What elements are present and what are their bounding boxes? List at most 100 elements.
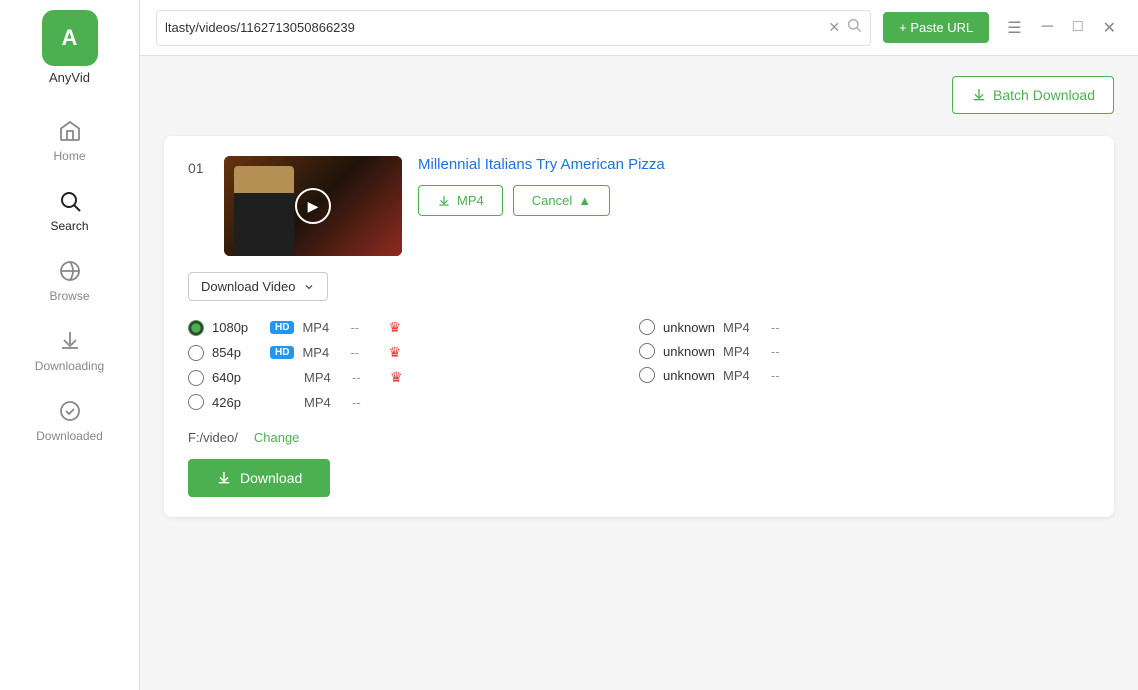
close-button[interactable]: ✕	[1097, 16, 1122, 40]
downloading-icon	[56, 327, 84, 355]
quality-size-unknown-2: --	[771, 344, 801, 359]
url-text: ltasty/videos/1162713050866239	[165, 20, 822, 35]
quality-format-854p: MP4	[302, 345, 342, 360]
quality-format-unknown-1: MP4	[723, 320, 763, 335]
quality-format-640p: MP4	[304, 370, 344, 385]
quality-row-unknown-2: unknown MP4 --	[639, 339, 1090, 363]
play-button-icon[interactable]: ▶	[295, 188, 331, 224]
title-bar: ltasty/videos/1162713050866239 ✕ + Paste…	[140, 0, 1138, 56]
quality-label-854p: 854p	[212, 345, 262, 360]
download-options: Download Video 1080p HD	[188, 272, 1090, 497]
quality-size-unknown-3: --	[771, 368, 801, 383]
quality-radio-unknown-2[interactable]	[639, 343, 655, 359]
quality-format-1080p: MP4	[302, 320, 342, 335]
minimize-button[interactable]: ─	[1036, 16, 1059, 40]
sidebar-item-downloading-label: Downloading	[35, 359, 104, 373]
quality-label-640p: 640p	[212, 370, 262, 385]
quality-row-854p: 854p HD MP4 -- ♛	[188, 340, 639, 365]
quality-row-426p: 426p MP4 --	[188, 390, 639, 414]
search-icon	[56, 187, 84, 215]
quality-radio-640p[interactable]	[188, 370, 204, 386]
premium-crown-640p: ♛	[390, 369, 403, 386]
format-dropdown[interactable]: Download Video	[188, 272, 328, 301]
menu-button[interactable]: ☰	[1001, 16, 1027, 40]
video-number: 01	[188, 160, 208, 176]
quality-size-854p: --	[350, 345, 380, 360]
quality-row-640p: 640p MP4 -- ♛	[188, 365, 639, 390]
quality-label-426p: 426p	[212, 395, 262, 410]
sidebar: A AnyVid Home Search Browse	[0, 0, 140, 690]
download-button[interactable]: Download	[188, 459, 330, 497]
quality-radio-unknown-1[interactable]	[639, 319, 655, 335]
action-buttons: MP4 Cancel ▲	[418, 185, 1090, 216]
sidebar-item-browse-label: Browse	[49, 289, 89, 303]
paste-url-button[interactable]: + Paste URL	[883, 12, 989, 43]
sidebar-item-downloaded[interactable]: Downloaded	[0, 385, 139, 455]
cancel-chevron-icon: ▲	[578, 193, 591, 208]
quality-size-1080p: --	[350, 320, 380, 335]
url-bar[interactable]: ltasty/videos/1162713050866239 ✕	[156, 10, 871, 46]
quality-radio-854p[interactable]	[188, 345, 204, 361]
video-thumbnail[interactable]: ▶	[224, 156, 402, 256]
app-logo-letter: A	[62, 25, 78, 51]
url-search-icon	[846, 17, 862, 38]
content-area: Batch Download 01 ▶ Millennial Italians …	[140, 56, 1138, 690]
download-button-label: Download	[240, 470, 302, 486]
quality-label-unknown-2: unknown	[663, 344, 715, 359]
quality-row-1080p: 1080p HD MP4 -- ♛	[188, 315, 639, 340]
quality-label-1080p: 1080p	[212, 320, 262, 335]
sidebar-item-browse[interactable]: Browse	[0, 245, 139, 315]
quality-format-426p: MP4	[304, 395, 344, 410]
app-name: AnyVid	[49, 70, 90, 85]
sidebar-item-downloading[interactable]: Downloading	[0, 315, 139, 385]
sidebar-item-home-label: Home	[53, 149, 85, 163]
sidebar-item-downloaded-label: Downloaded	[36, 429, 103, 443]
premium-crown-854p: ♛	[388, 344, 401, 361]
mp4-label: MP4	[457, 193, 484, 208]
sidebar-item-search-label: Search	[50, 219, 88, 233]
cancel-label: Cancel	[532, 193, 572, 208]
quality-size-426p: --	[352, 395, 382, 410]
app-logo: A	[42, 10, 98, 66]
premium-crown-1080p: ♛	[388, 319, 401, 336]
quality-radio-unknown-3[interactable]	[639, 367, 655, 383]
path-row: F:/video/ Change	[188, 430, 1090, 445]
cancel-button[interactable]: Cancel ▲	[513, 185, 610, 216]
video-title: Millennial Italians Try American Pizza	[418, 156, 1090, 173]
video-header: 01 ▶ Millennial Italians Try American Pi…	[188, 156, 1090, 256]
quality-radio-1080p[interactable]	[188, 320, 204, 336]
maximize-button[interactable]: □	[1067, 16, 1089, 40]
quality-radio-426p[interactable]	[188, 394, 204, 410]
quality-right-column: unknown MP4 -- unknown MP4 --	[639, 315, 1090, 414]
sidebar-item-home[interactable]: Home	[0, 105, 139, 175]
main-area: ltasty/videos/1162713050866239 ✕ + Paste…	[140, 0, 1138, 690]
batch-download-label: Batch Download	[993, 87, 1095, 103]
hd-badge-854p: HD	[270, 346, 294, 359]
quality-size-640p: --	[352, 370, 382, 385]
video-card: 01 ▶ Millennial Italians Try American Pi…	[164, 136, 1114, 517]
batch-download-button[interactable]: Batch Download	[952, 76, 1114, 114]
home-icon	[56, 117, 84, 145]
format-dropdown-label: Download Video	[201, 279, 295, 294]
change-path-link[interactable]: Change	[254, 430, 300, 445]
quality-label-unknown-1: unknown	[663, 320, 715, 335]
quality-row-unknown-1: unknown MP4 --	[639, 315, 1090, 339]
save-path-text: F:/video/	[188, 430, 238, 445]
quality-format-unknown-3: MP4	[723, 368, 763, 383]
browse-icon	[56, 257, 84, 285]
format-select-row: Download Video	[188, 272, 1090, 301]
url-clear-button[interactable]: ✕	[828, 19, 840, 36]
quality-row-unknown-3: unknown MP4 --	[639, 363, 1090, 387]
sidebar-item-search[interactable]: Search	[0, 175, 139, 245]
quality-label-unknown-3: unknown	[663, 368, 715, 383]
thumbnail-overlay: ▶	[224, 156, 402, 256]
mp4-button[interactable]: MP4	[418, 185, 503, 216]
quality-size-unknown-1: --	[771, 320, 801, 335]
quality-left-column: 1080p HD MP4 -- ♛ 854p HD MP4 --	[188, 315, 639, 414]
hd-badge-1080p: HD	[270, 321, 294, 334]
downloaded-icon	[56, 397, 84, 425]
quality-format-unknown-2: MP4	[723, 344, 763, 359]
quality-grid: 1080p HD MP4 -- ♛ 854p HD MP4 --	[188, 315, 1090, 414]
video-info: Millennial Italians Try American Pizza M…	[418, 156, 1090, 216]
window-controls: ☰ ─ □ ✕	[1001, 16, 1122, 40]
